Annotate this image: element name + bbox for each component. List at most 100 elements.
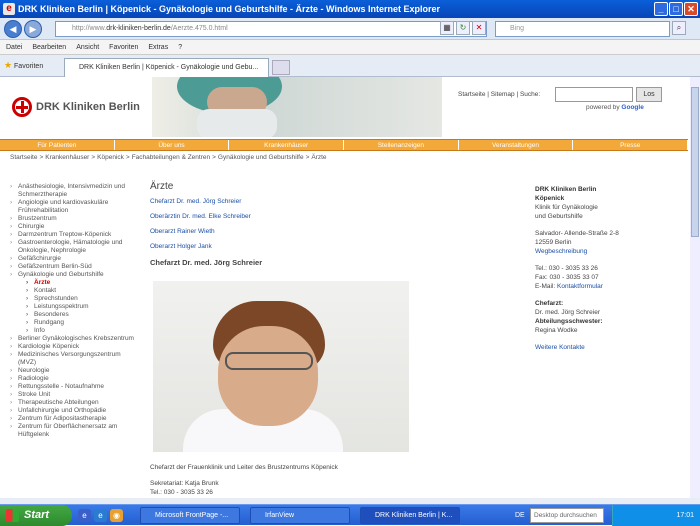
ie-quicklaunch-icon[interactable]: e xyxy=(94,509,107,522)
sidenav-sub-item[interactable]: Besonderes xyxy=(8,311,138,319)
window-titlebar: e DRK Kliniken Berlin | Köpenick - Gynäk… xyxy=(0,0,700,18)
sidenav-sub-item[interactable]: Leistungsspektrum xyxy=(8,303,138,311)
sidenav-item[interactable]: Darmzentrum Treptow-Köpenick xyxy=(8,231,138,239)
clock[interactable]: 17:01 xyxy=(676,512,694,519)
windows-flag-icon xyxy=(6,509,19,522)
address-bar[interactable]: http://www.drk-kliniken-berlin.de/Aerzte… xyxy=(55,21,487,37)
google-logo: Google xyxy=(621,104,644,111)
nav-veranstaltungen[interactable]: Veranstaltungen xyxy=(459,140,574,150)
doctor-link[interactable]: Oberarzt Rainer Wieth xyxy=(150,228,510,235)
search-input[interactable]: Bing xyxy=(495,21,670,37)
search-button[interactable]: Los xyxy=(636,87,662,102)
nurse-label: Abteilungsschwester: xyxy=(535,318,603,325)
sidenav-sub-aerzte[interactable]: Ärzte xyxy=(8,279,138,287)
taskbar: Start e e ◉ Microsoft FrontPage -... Irf… xyxy=(0,504,700,526)
browser-tab[interactable]: DRK Kliniken Berlin | Köpenick - Gynäkol… xyxy=(64,58,269,77)
nurse-name: Regina Wodke xyxy=(535,327,578,334)
menu-ansicht[interactable]: Ansicht xyxy=(76,44,99,51)
doctor-link[interactable]: Chefarzt Dr. med. Jörg Schreier xyxy=(150,198,510,205)
breadcrumb-item[interactable]: Startseite xyxy=(10,154,37,161)
refresh-icon[interactable]: ↻ xyxy=(456,21,470,35)
menu-bearbeiten[interactable]: Bearbeiten xyxy=(32,44,66,51)
search-icon[interactable]: ⌕ xyxy=(672,21,686,35)
close-button[interactable]: ✕ xyxy=(684,2,698,16)
favorites-button[interactable]: ★ Favoriten xyxy=(4,60,43,71)
firefox-quicklaunch-icon[interactable]: ◉ xyxy=(110,509,123,522)
scrollbar-thumb[interactable] xyxy=(691,87,699,237)
menu-help[interactable]: ? xyxy=(178,44,182,51)
task-irfanview[interactable]: IrfanView xyxy=(250,507,350,524)
breadcrumb-item[interactable]: Köpenick xyxy=(97,154,124,161)
route-link[interactable]: Wegbeschreibung xyxy=(535,247,685,256)
task-frontpage[interactable]: Microsoft FrontPage -... xyxy=(140,507,240,524)
sidenav-item[interactable]: Zentrum für Oberflächenersatz am Hüftgel… xyxy=(8,423,138,439)
minimize-button[interactable]: _ xyxy=(654,2,668,16)
doctor-link[interactable]: Oberärztin Dr. med. Elke Schreiber xyxy=(150,213,510,220)
sidenav-sub-item[interactable]: Rundgang xyxy=(8,319,138,327)
sidenav-sub-item[interactable]: Info xyxy=(8,327,138,335)
sidenav-item[interactable]: Stroke Unit xyxy=(8,391,138,399)
sidenav-item[interactable]: Kardiologie Köpenick xyxy=(8,343,138,351)
sidenav-item[interactable]: Gefäßzentrum Berlin-Süd xyxy=(8,263,138,271)
nav-presse[interactable]: Presse xyxy=(573,140,689,150)
sidenav-item[interactable]: Gynäkologie und Geburtshilfe xyxy=(8,271,138,279)
top-links: Startseite | Sitemap | Suche: xyxy=(458,91,541,98)
doctor-link[interactable]: Oberarzt Holger Jank xyxy=(150,243,510,250)
sidenav-sub-item[interactable]: Kontakt xyxy=(8,287,138,295)
sidenav-item[interactable]: Therapeutische Abteilungen xyxy=(8,399,138,407)
sidenav-item[interactable]: Angiologie und kardiovaskuläre Frührehab… xyxy=(8,199,138,215)
main-navigation: Für Patienten Über uns Krankenhäuser Ste… xyxy=(0,139,689,151)
sidenav-item[interactable]: Berliner Gynäkologisches Krebszentrum xyxy=(8,335,138,343)
menu-favoriten[interactable]: Favoriten xyxy=(109,44,138,51)
link-sitemap[interactable]: Sitemap xyxy=(491,91,515,98)
sidenav-item[interactable]: Unfallchirurgie und Orthopädie xyxy=(8,407,138,415)
nav-krankenhaeuser[interactable]: Krankenhäuser xyxy=(229,140,345,150)
task-ie[interactable]: DRK Kliniken Berlin | K... xyxy=(360,507,460,524)
contact-form-link[interactable]: Kontaktformular xyxy=(557,283,603,290)
site-search-input[interactable] xyxy=(555,87,633,102)
maximize-button[interactable]: □ xyxy=(669,2,683,16)
sidenav-item[interactable]: Radiologie xyxy=(8,375,138,383)
link-startseite[interactable]: Startseite xyxy=(458,91,485,98)
nav-patienten[interactable]: Für Patienten xyxy=(0,140,115,150)
stop-icon[interactable]: ✕ xyxy=(472,21,486,35)
doctor-portrait xyxy=(153,281,409,452)
sidenav-item[interactable]: Rettungsstelle - Notaufnahme xyxy=(8,383,138,391)
ie-icon: e xyxy=(3,3,15,15)
breadcrumb-item[interactable]: Krankenhäuser xyxy=(45,154,89,161)
compat-icon[interactable]: ▦ xyxy=(440,21,454,35)
contact-org: DRK Kliniken Berlin xyxy=(535,186,597,193)
portrait-caption: Chefarzt der Frauenklinik und Leiter des… xyxy=(150,464,338,471)
sidenav-item[interactable]: Neurologie xyxy=(8,367,138,375)
sidenav-item[interactable]: Gefäßchirurgie xyxy=(8,255,138,263)
sidenav-sub-item[interactable]: Sprechstunden xyxy=(8,295,138,303)
language-indicator[interactable]: DE xyxy=(515,505,525,526)
header-image xyxy=(152,77,442,137)
more-contacts-link[interactable]: Weitere Kontakte xyxy=(535,343,685,352)
menu-extras[interactable]: Extras xyxy=(148,44,168,51)
nav-stellenanzeigen[interactable]: Stellenanzeigen xyxy=(344,140,459,150)
breadcrumb-item[interactable]: Gynäkologie und Geburtshilfe xyxy=(218,154,304,161)
breadcrumb-item[interactable]: Fachabteilungen & Zentren xyxy=(132,154,210,161)
menu-datei[interactable]: Datei xyxy=(6,44,22,51)
start-button[interactable]: Start xyxy=(0,505,72,526)
red-cross-icon xyxy=(12,97,32,117)
new-tab-button[interactable] xyxy=(272,60,290,75)
sidenav-item[interactable]: Chirurgie xyxy=(8,223,138,231)
section-title: Chefarzt Dr. med. Jörg Schreier xyxy=(150,258,263,267)
sidenav-item[interactable]: Zentrum für Adipositastherapie xyxy=(8,415,138,423)
sidenav-item[interactable]: Medizinisches Versorgungszentrum (MVZ) xyxy=(8,351,138,367)
sidenav-item[interactable]: Anästhesiologie, Intensivmedizin und Sch… xyxy=(8,183,138,199)
ie-quicklaunch-icon[interactable]: e xyxy=(78,509,91,522)
navigation-bar: ◀ ▶ http://www.drk-kliniken-berlin.de/Ae… xyxy=(0,18,700,40)
desktop-search-input[interactable]: Desktop durchsuchen xyxy=(530,508,604,523)
sidenav-item[interactable]: Brustzentrum xyxy=(8,215,138,223)
address-prefix: http://www. xyxy=(72,25,107,32)
chef-label: Chefarzt: xyxy=(535,300,564,307)
forward-icon[interactable]: ▶ xyxy=(24,20,42,38)
sidenav-item[interactable]: Gastroenterologie, Hämatologie und Onkol… xyxy=(8,239,138,255)
nav-ueber-uns[interactable]: Über uns xyxy=(115,140,230,150)
vertical-scrollbar[interactable] xyxy=(690,77,700,498)
site-logo[interactable]: DRK Kliniken Berlin xyxy=(12,97,140,117)
back-icon[interactable]: ◀ xyxy=(4,20,22,38)
